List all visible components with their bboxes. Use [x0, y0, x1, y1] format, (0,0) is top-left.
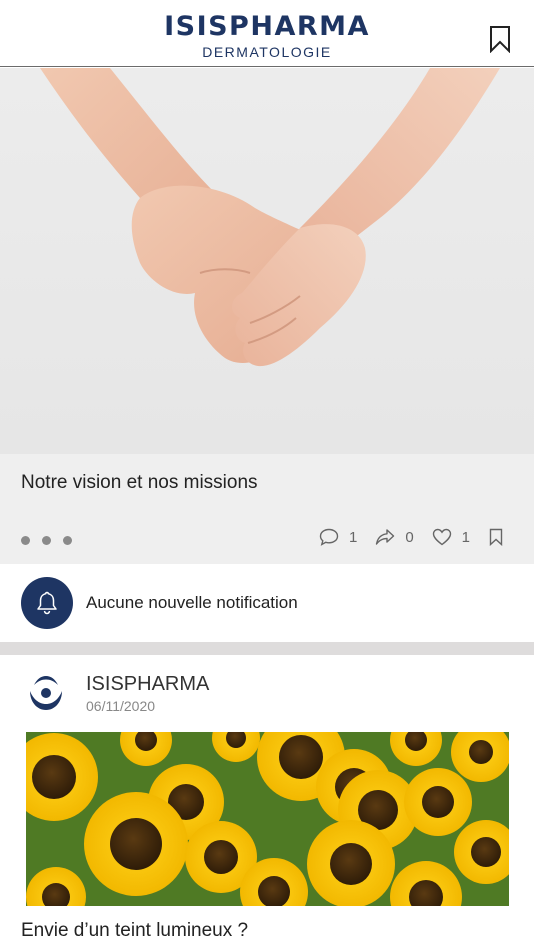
notification-badge[interactable] [21, 577, 73, 629]
app-header: ISISPHARMA DERMATOLOGIE [0, 0, 534, 67]
comments-count: 1 [348, 528, 358, 546]
carousel-dots [21, 536, 72, 545]
comments-stat[interactable]: 1 [319, 528, 357, 546]
likes-stat[interactable]: 1 [432, 528, 470, 546]
shares-count: 0 [405, 528, 414, 546]
isispharma-logo-icon [30, 676, 62, 710]
notification-text: Aucune nouvelle notification [86, 593, 298, 612]
bookmark-icon [489, 528, 503, 546]
likes-count: 1 [461, 528, 470, 546]
carousel-dot[interactable] [21, 536, 30, 545]
heart-icon [432, 528, 451, 546]
save-stat[interactable] [488, 528, 514, 546]
carousel-dot[interactable] [63, 536, 72, 545]
hero-card[interactable]: Notre vision et nos missions 1 0 1 [0, 454, 534, 564]
section-divider [0, 642, 534, 655]
bookmark-icon[interactable] [488, 25, 512, 53]
hero-image[interactable] [0, 68, 534, 454]
sunflowers-illustration [26, 732, 509, 906]
carousel-dot[interactable] [42, 536, 51, 545]
brand-subtitle: DERMATOLOGIE [202, 44, 332, 60]
brand-logo: ISISPHARMA DERMATOLOGIE [0, 11, 534, 61]
brand-name: ISISPHARMA [164, 11, 370, 42]
comment-icon [319, 528, 339, 546]
post-title[interactable]: Envie d’un teint lumineux ? [21, 920, 248, 942]
post-date: 06/11/2020 [86, 698, 156, 714]
shares-stat[interactable]: 0 [375, 528, 414, 546]
notification-bar[interactable]: Aucune nouvelle notification [0, 564, 534, 642]
share-icon [376, 529, 395, 545]
post-image[interactable] [26, 732, 509, 906]
bell-icon [37, 591, 57, 615]
post-card[interactable]: ISISPHARMA 06/11/2020 Envie d’un teint l… [0, 655, 534, 950]
holding-hands-illustration [40, 68, 500, 367]
post-author[interactable]: ISISPHARMA [86, 673, 209, 696]
post-stats: 1 0 1 [301, 528, 514, 546]
hero-title[interactable]: Notre vision et nos missions [21, 472, 258, 494]
